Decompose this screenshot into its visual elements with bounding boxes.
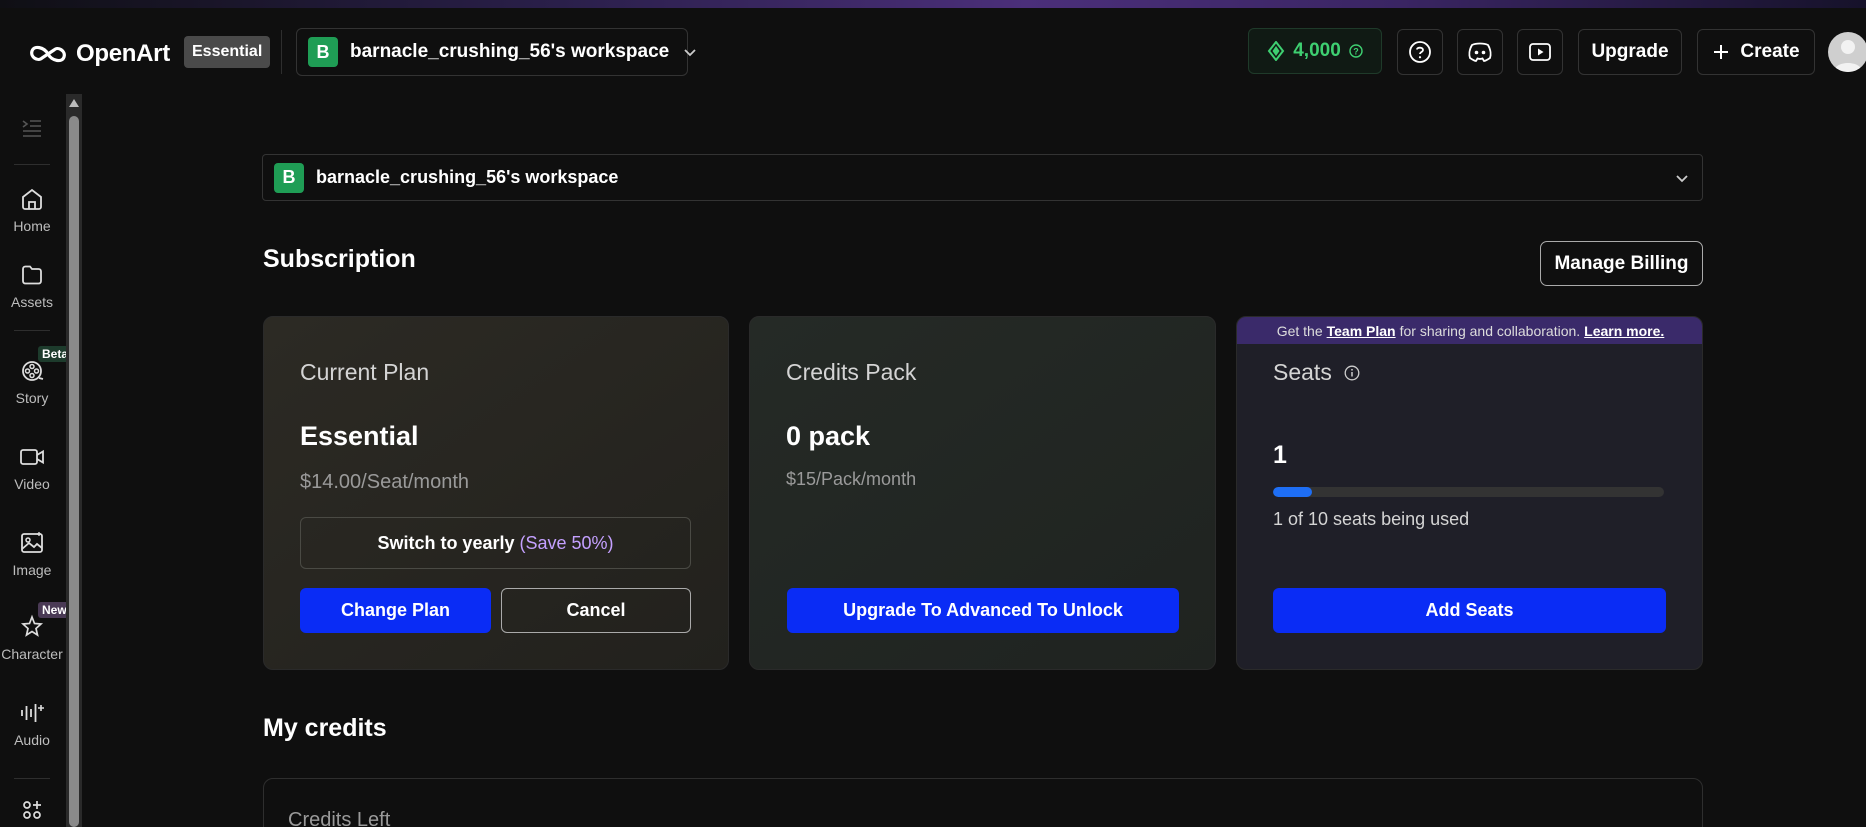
workspace-name: barnacle_crushing_56's workspace [316, 167, 619, 187]
sidebar-item-video[interactable]: Video [0, 444, 64, 492]
sidebar-divider [14, 778, 50, 779]
video-camera-icon [20, 449, 44, 465]
sidebar-item-label: Video [14, 476, 50, 492]
credits-left-card: Credits Left [263, 778, 1703, 827]
audio-wave-icon [21, 704, 44, 722]
workspace-avatar: B [274, 162, 304, 193]
help-icon [1409, 41, 1431, 63]
plan-badge: Essential [184, 36, 271, 68]
video-play-icon [1529, 43, 1551, 61]
sidebar-item-label: Home [13, 218, 51, 234]
create-button[interactable]: Create [1697, 29, 1815, 75]
workspace-dropdown[interactable]: B barnacle_crushing_56's workspace [262, 154, 1703, 201]
switch-to-yearly-button[interactable]: Switch to yearly (Save 50%) [300, 517, 691, 569]
credits-pack-card: Credits Pack 0 pack $15/Pack/month Upgra… [749, 316, 1216, 670]
sidebar-item-audio[interactable]: Audio [0, 700, 64, 748]
sidebar-item-label: Audio [14, 732, 50, 748]
upgrade-to-advanced-button[interactable]: Upgrade To Advanced To Unlock [787, 588, 1179, 633]
collapse-menu-icon [22, 120, 41, 137]
youtube-button[interactable] [1517, 29, 1563, 75]
help-button[interactable] [1397, 29, 1443, 75]
seats-card: Get the Team Plan for sharing and collab… [1236, 316, 1703, 670]
sidebar-scrollbar[interactable] [66, 94, 82, 827]
credits-pack-value: 0 pack [786, 421, 871, 451]
subscription-title: Subscription [263, 245, 416, 273]
current-plan-value: Essential [300, 421, 419, 451]
workspace-selector[interactable]: B barnacle_crushing_56's workspace [296, 28, 696, 76]
sidebar-item-label: Character [1, 646, 63, 662]
credits-balance[interactable]: 4,000 ? [1248, 28, 1382, 74]
folder-icon [22, 265, 42, 285]
sidebar-item-more-apps[interactable] [0, 798, 64, 822]
openart-logo[interactable]: OpenArt [28, 40, 170, 68]
my-credits-title: My credits [263, 714, 387, 742]
switch-yearly-text: Switch to yearly [377, 532, 515, 553]
chevron-down-icon [1676, 174, 1688, 182]
credits-left-label: Credits Left [288, 809, 391, 827]
team-plan-promo-banner: Get the Team Plan for sharing and collab… [1237, 317, 1702, 344]
home-icon [22, 188, 42, 210]
promo-middle: for sharing and collaboration. [1399, 322, 1581, 339]
info-icon[interactable] [1344, 365, 1360, 381]
sidebar-divider [14, 164, 50, 165]
seats-usage-text: 1 of 10 seats being used [1273, 509, 1470, 529]
sidebar-divider [14, 330, 50, 331]
change-plan-button[interactable]: Change Plan [300, 588, 491, 633]
sidebar-item-character[interactable]: Character [0, 614, 64, 662]
sidebar-item-image[interactable]: Image [0, 530, 64, 578]
seats-count: 1 [1273, 441, 1287, 469]
save-percent-text: (Save 50%) [519, 532, 614, 553]
discord-icon [1468, 42, 1492, 62]
logo-text: OpenArt [76, 40, 170, 67]
sidebar-item-home[interactable]: Home [0, 186, 64, 234]
seats-usage-bar [1273, 487, 1664, 497]
top-gradient-bar [0, 0, 1866, 8]
sidebar-item-label: Assets [10, 294, 53, 310]
top-header: OpenArt Essential B barnacle_crushing_56… [0, 8, 1866, 94]
workspace-avatar: B [308, 37, 338, 67]
scroll-up-arrow-icon[interactable] [69, 99, 79, 107]
header-divider [281, 30, 282, 74]
upgrade-button[interactable]: Upgrade [1578, 29, 1682, 75]
promo-prefix: Get the [1276, 322, 1323, 339]
upgrade-label: Upgrade [1591, 41, 1669, 62]
plus-icon [1714, 45, 1729, 59]
diamond-icon [1267, 41, 1285, 61]
left-sidebar: Home Assets Story Beta Video Image Chara… [0, 94, 73, 827]
create-label: Create [1740, 41, 1800, 62]
sidebar-toggle-button[interactable] [0, 116, 64, 140]
current-plan-card: Current Plan Essential $14.00/Seat/month… [263, 316, 729, 670]
current-plan-label: Current Plan [300, 359, 430, 385]
seats-usage-fill [1273, 487, 1313, 497]
user-icon [1834, 40, 1862, 72]
learn-more-link[interactable]: Learn more. [1584, 323, 1664, 339]
add-seats-button[interactable]: Add Seats [1273, 588, 1666, 633]
current-plan-price: $14.00/Seat/month [300, 471, 470, 493]
credits-amount: 4,000 [1293, 40, 1341, 61]
seats-label: Seats [1273, 359, 1332, 385]
sidebar-item-label: Image [12, 562, 52, 578]
sidebar-item-story[interactable]: Story [0, 358, 64, 406]
seats-label-row: Seats [1273, 359, 1360, 386]
svg-text:?: ? [1353, 47, 1359, 57]
infinity-logo-icon [30, 45, 66, 63]
team-plan-link[interactable]: Team Plan [1327, 323, 1396, 339]
scrollbar-thumb[interactable] [69, 116, 79, 827]
help-small-icon: ? [1349, 44, 1363, 58]
workspace-name: barnacle_crushing_56's workspace [350, 41, 670, 62]
sidebar-item-label: Story [15, 390, 49, 406]
chevron-down-icon [684, 49, 696, 57]
credits-pack-price: $15/Pack/month [786, 469, 917, 489]
user-avatar[interactable] [1828, 32, 1866, 72]
sidebar-item-assets[interactable]: Assets [0, 262, 64, 310]
credits-pack-label: Credits Pack [786, 359, 917, 385]
image-icon [21, 532, 43, 553]
discord-button[interactable] [1457, 29, 1503, 75]
apps-grid-icon [23, 801, 41, 819]
cancel-button[interactable]: Cancel [501, 588, 691, 633]
manage-billing-button[interactable]: Manage Billing [1540, 241, 1703, 286]
